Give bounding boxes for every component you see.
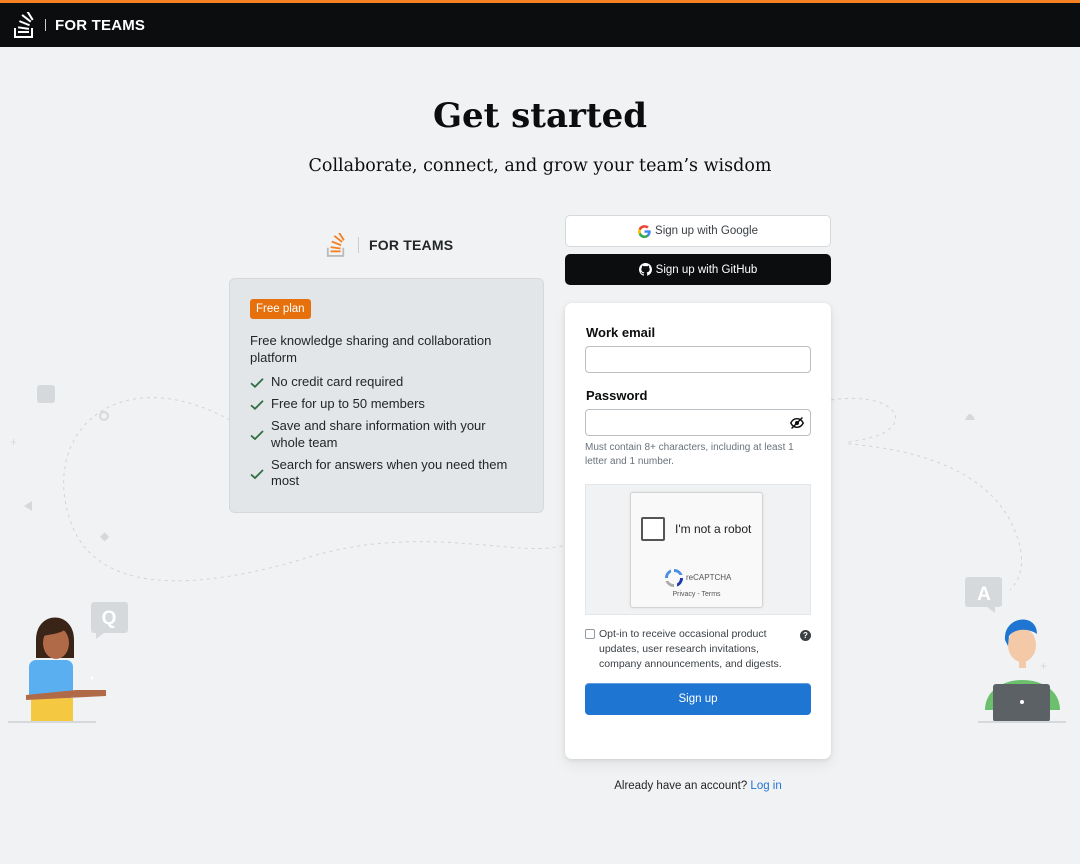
feature-item: Free for up to 50 members bbox=[250, 396, 523, 413]
top-bar: FOR TEAMS bbox=[0, 0, 1080, 47]
login-prompt: Already have an account? Log in bbox=[565, 780, 831, 792]
page-subtitle: Collaborate, connect, and grow your team… bbox=[308, 156, 772, 176]
email-label: Work email bbox=[586, 325, 656, 340]
feature-item: Search for answers when you need them mo… bbox=[250, 457, 523, 490]
google-signup-button[interactable]: Sign up with Google bbox=[565, 215, 831, 247]
recaptcha-brand: reCAPTCHA bbox=[686, 573, 732, 582]
svg-text:+: + bbox=[1001, 340, 1007, 342]
signup-form: Work email Password Must contain 8+ char… bbox=[565, 303, 831, 759]
checkmark-icon bbox=[250, 468, 264, 479]
feature-text: No credit card required bbox=[271, 374, 404, 389]
login-prompt-text: Already have an account? bbox=[614, 780, 748, 792]
recaptcha-privacy-terms-links[interactable]: Privacy - Terms bbox=[631, 591, 762, 598]
feature-text: Save and share information with your who… bbox=[271, 418, 486, 450]
svg-text:+: + bbox=[1040, 659, 1047, 673]
feature-text: Free for up to 50 members bbox=[271, 396, 425, 411]
recaptcha-widget: I'm not a robot reCAPTCHA Privacy - Term… bbox=[630, 492, 763, 608]
checkmark-icon bbox=[250, 400, 264, 410]
github-icon bbox=[638, 263, 652, 276]
svg-text:+: + bbox=[10, 435, 17, 449]
feature-item: No credit card required bbox=[250, 374, 523, 391]
right-person-illustration: A bbox=[965, 577, 1066, 723]
signup-button-label: Sign up bbox=[678, 693, 718, 705]
github-signup-label: Sign up with GitHub bbox=[655, 263, 758, 276]
help-icon[interactable]: ? bbox=[800, 630, 811, 641]
plan-description: Free knowledge sharing and collaboration… bbox=[250, 333, 492, 365]
left-person-illustration: Q bbox=[8, 602, 128, 723]
feature-item: Save and share information with your who… bbox=[250, 418, 523, 451]
github-signup-button[interactable]: Sign up with GitHub bbox=[565, 254, 831, 285]
checkmark-icon bbox=[250, 378, 264, 388]
password-label: Password bbox=[586, 388, 648, 403]
brand-divider bbox=[358, 237, 359, 253]
brand-name[interactable]: FOR TEAMS bbox=[55, 17, 145, 34]
brand-divider bbox=[45, 19, 46, 31]
optin-checkbox[interactable] bbox=[585, 629, 595, 639]
q-bubble-letter: Q bbox=[102, 608, 117, 629]
signup-button[interactable]: Sign up bbox=[585, 683, 811, 715]
recaptcha-checkbox[interactable] bbox=[641, 517, 665, 541]
stack-overflow-logo-icon bbox=[326, 233, 345, 257]
optin-label[interactable]: Opt-in to receive occasional product upd… bbox=[599, 627, 789, 672]
feature-text: Search for answers when you need them mo… bbox=[271, 456, 508, 489]
free-plan-badge: Free plan bbox=[250, 299, 311, 319]
email-field[interactable] bbox=[585, 346, 811, 373]
eye-off-icon[interactable] bbox=[790, 416, 804, 430]
password-field[interactable] bbox=[585, 409, 811, 436]
login-link[interactable]: Log in bbox=[750, 780, 781, 792]
svg-text:◆: ◆ bbox=[100, 529, 110, 543]
google-icon bbox=[638, 224, 651, 238]
free-plan-card: Free plan Free knowledge sharing and col… bbox=[229, 278, 544, 513]
feature-list: No credit card required Free for up to 5… bbox=[250, 374, 523, 490]
stack-overflow-logo-icon[interactable] bbox=[13, 12, 35, 38]
checkmark-icon bbox=[250, 430, 264, 441]
captcha-container: I'm not a robot reCAPTCHA Privacy - Term… bbox=[585, 484, 811, 615]
recaptcha-label: I'm not a robot bbox=[675, 522, 752, 536]
password-hint: Must contain 8+ characters, including at… bbox=[585, 442, 794, 467]
a-bubble-letter: A bbox=[977, 584, 991, 605]
optin-row: Opt-in to receive occasional product upd… bbox=[585, 627, 811, 672]
google-signup-label: Sign up with Google bbox=[655, 225, 758, 237]
brand-name: FOR TEAMS bbox=[369, 237, 454, 253]
recaptcha-logo-icon bbox=[665, 569, 683, 587]
teams-brand-logo: FOR TEAMS bbox=[326, 233, 453, 257]
page-title: Get started bbox=[432, 96, 648, 136]
